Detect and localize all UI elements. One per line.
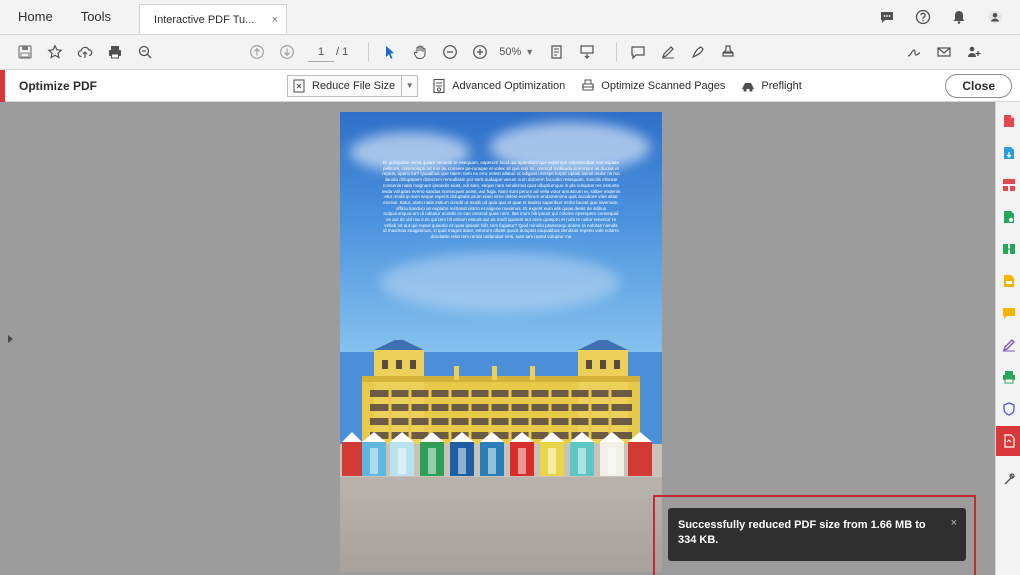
rail-optimize-pdf-icon[interactable] [996, 426, 1020, 456]
top-menubar: Home Tools Interactive PDF Tu... × [0, 0, 1020, 35]
sign-icon[interactable] [903, 41, 925, 63]
optimize-pdf-title: Optimize PDF [19, 78, 98, 93]
advanced-optimization-label: Advanced Optimization [452, 79, 566, 92]
reduce-file-size-dropdown[interactable]: ▼ [402, 74, 419, 97]
toolbar-divider [368, 42, 370, 62]
chat-icon[interactable] [876, 6, 898, 28]
cloud-upload-icon[interactable] [74, 41, 96, 63]
reduce-file-size-icon [290, 77, 308, 95]
rail-edit-pdf-icon[interactable] [996, 202, 1020, 232]
page-pavement-area [340, 477, 662, 572]
reduce-file-size-label: Reduce File Size [312, 79, 396, 92]
advanced-optimization-button[interactable]: Advanced Optimization [430, 76, 565, 96]
zoom-dropdown-arrow[interactable]: ▼ [525, 47, 534, 57]
success-toast: Successfully reduced PDF size from 1.66 … [668, 508, 966, 561]
optimize-scanned-pages-button[interactable]: Optimize Scanned Pages [579, 76, 725, 96]
rail-comment-icon[interactable] [996, 298, 1020, 328]
page-body-text: Et quisquiste venia quiam venienti re es… [382, 160, 620, 240]
rail-prepare-form-icon[interactable] [996, 266, 1020, 296]
rail-combine-files-icon[interactable] [996, 234, 1020, 264]
comment-icon[interactable] [627, 41, 649, 63]
rail-protect-shield-icon[interactable] [996, 394, 1020, 424]
document-tab-close-button[interactable]: × [272, 14, 278, 26]
save-icon[interactable] [14, 41, 36, 63]
right-tools-rail [995, 102, 1020, 575]
help-icon[interactable] [912, 6, 934, 28]
next-page-icon[interactable] [276, 41, 298, 63]
email-icon[interactable] [933, 41, 955, 63]
zoom-in-icon[interactable] [469, 41, 491, 63]
rail-more-tools-icon[interactable] [996, 464, 1020, 494]
page-number-input[interactable]: 1 [308, 42, 334, 62]
zoom-level-value[interactable]: 50% [499, 46, 521, 58]
rail-create-pdf-icon[interactable] [996, 106, 1020, 136]
bookmark-star-icon[interactable] [44, 41, 66, 63]
advanced-optimization-icon [430, 77, 448, 95]
search-zoom-icon[interactable] [134, 41, 156, 63]
main-toolbar: 1 / 1 50% ▼ [0, 35, 1020, 70]
tools-menu[interactable]: Tools [67, 0, 125, 34]
document-tab[interactable]: Interactive PDF Tu... × [139, 4, 288, 34]
toolbar-divider [616, 42, 618, 62]
stamp-tool-icon[interactable] [717, 41, 739, 63]
rail-print-production-icon[interactable] [996, 362, 1020, 392]
document-tab-title: Interactive PDF Tu... [154, 13, 255, 26]
scroll-mode-icon[interactable] [576, 41, 598, 63]
preflight-label: Preflight [761, 79, 802, 92]
cloud-shape [380, 252, 620, 312]
rail-fill-sign-icon[interactable] [996, 330, 1020, 360]
highlight-pen-icon[interactable] [657, 41, 679, 63]
zoom-out-icon[interactable] [439, 41, 461, 63]
optimize-accent-bar [0, 69, 5, 102]
left-panel-expand-arrow-icon[interactable] [8, 335, 13, 343]
notifications-bell-icon[interactable] [948, 6, 970, 28]
reduce-file-size-button[interactable]: Reduce File Size [287, 74, 403, 97]
pdf-page: Et quisquiste venia quiam venienti re es… [340, 112, 662, 572]
page-navigation-group: 1 / 1 [246, 41, 358, 63]
optimize-pdf-toolbar: Optimize PDF Reduce File Size ▼ Advanced… [0, 69, 1020, 102]
hand-tool-icon[interactable] [409, 41, 431, 63]
optimize-scanned-pages-label: Optimize Scanned Pages [601, 79, 726, 92]
draw-tool-icon[interactable] [687, 41, 709, 63]
rail-export-pdf-icon[interactable] [996, 138, 1020, 168]
close-optimize-button[interactable]: Close [945, 74, 1012, 98]
share-user-icon[interactable] [963, 41, 985, 63]
page-total-label: / 1 [336, 46, 349, 58]
optimize-scanned-pages-icon [579, 77, 597, 95]
print-icon[interactable] [104, 41, 126, 63]
beach-huts-illustration [340, 432, 662, 478]
preflight-button[interactable]: Preflight [739, 76, 802, 96]
rail-organize-pages-icon[interactable] [996, 170, 1020, 200]
menubar-right-icons [876, 6, 1006, 28]
toast-close-button[interactable]: × [951, 516, 957, 531]
user-avatar-icon[interactable] [984, 6, 1006, 28]
select-cursor-icon[interactable] [379, 41, 401, 63]
preflight-icon [739, 77, 757, 95]
page-fit-icon[interactable] [546, 41, 568, 63]
home-menu[interactable]: Home [0, 0, 67, 34]
previous-page-icon[interactable] [246, 41, 268, 63]
toast-message: Successfully reduced PDF size from 1.66 … [678, 519, 926, 546]
